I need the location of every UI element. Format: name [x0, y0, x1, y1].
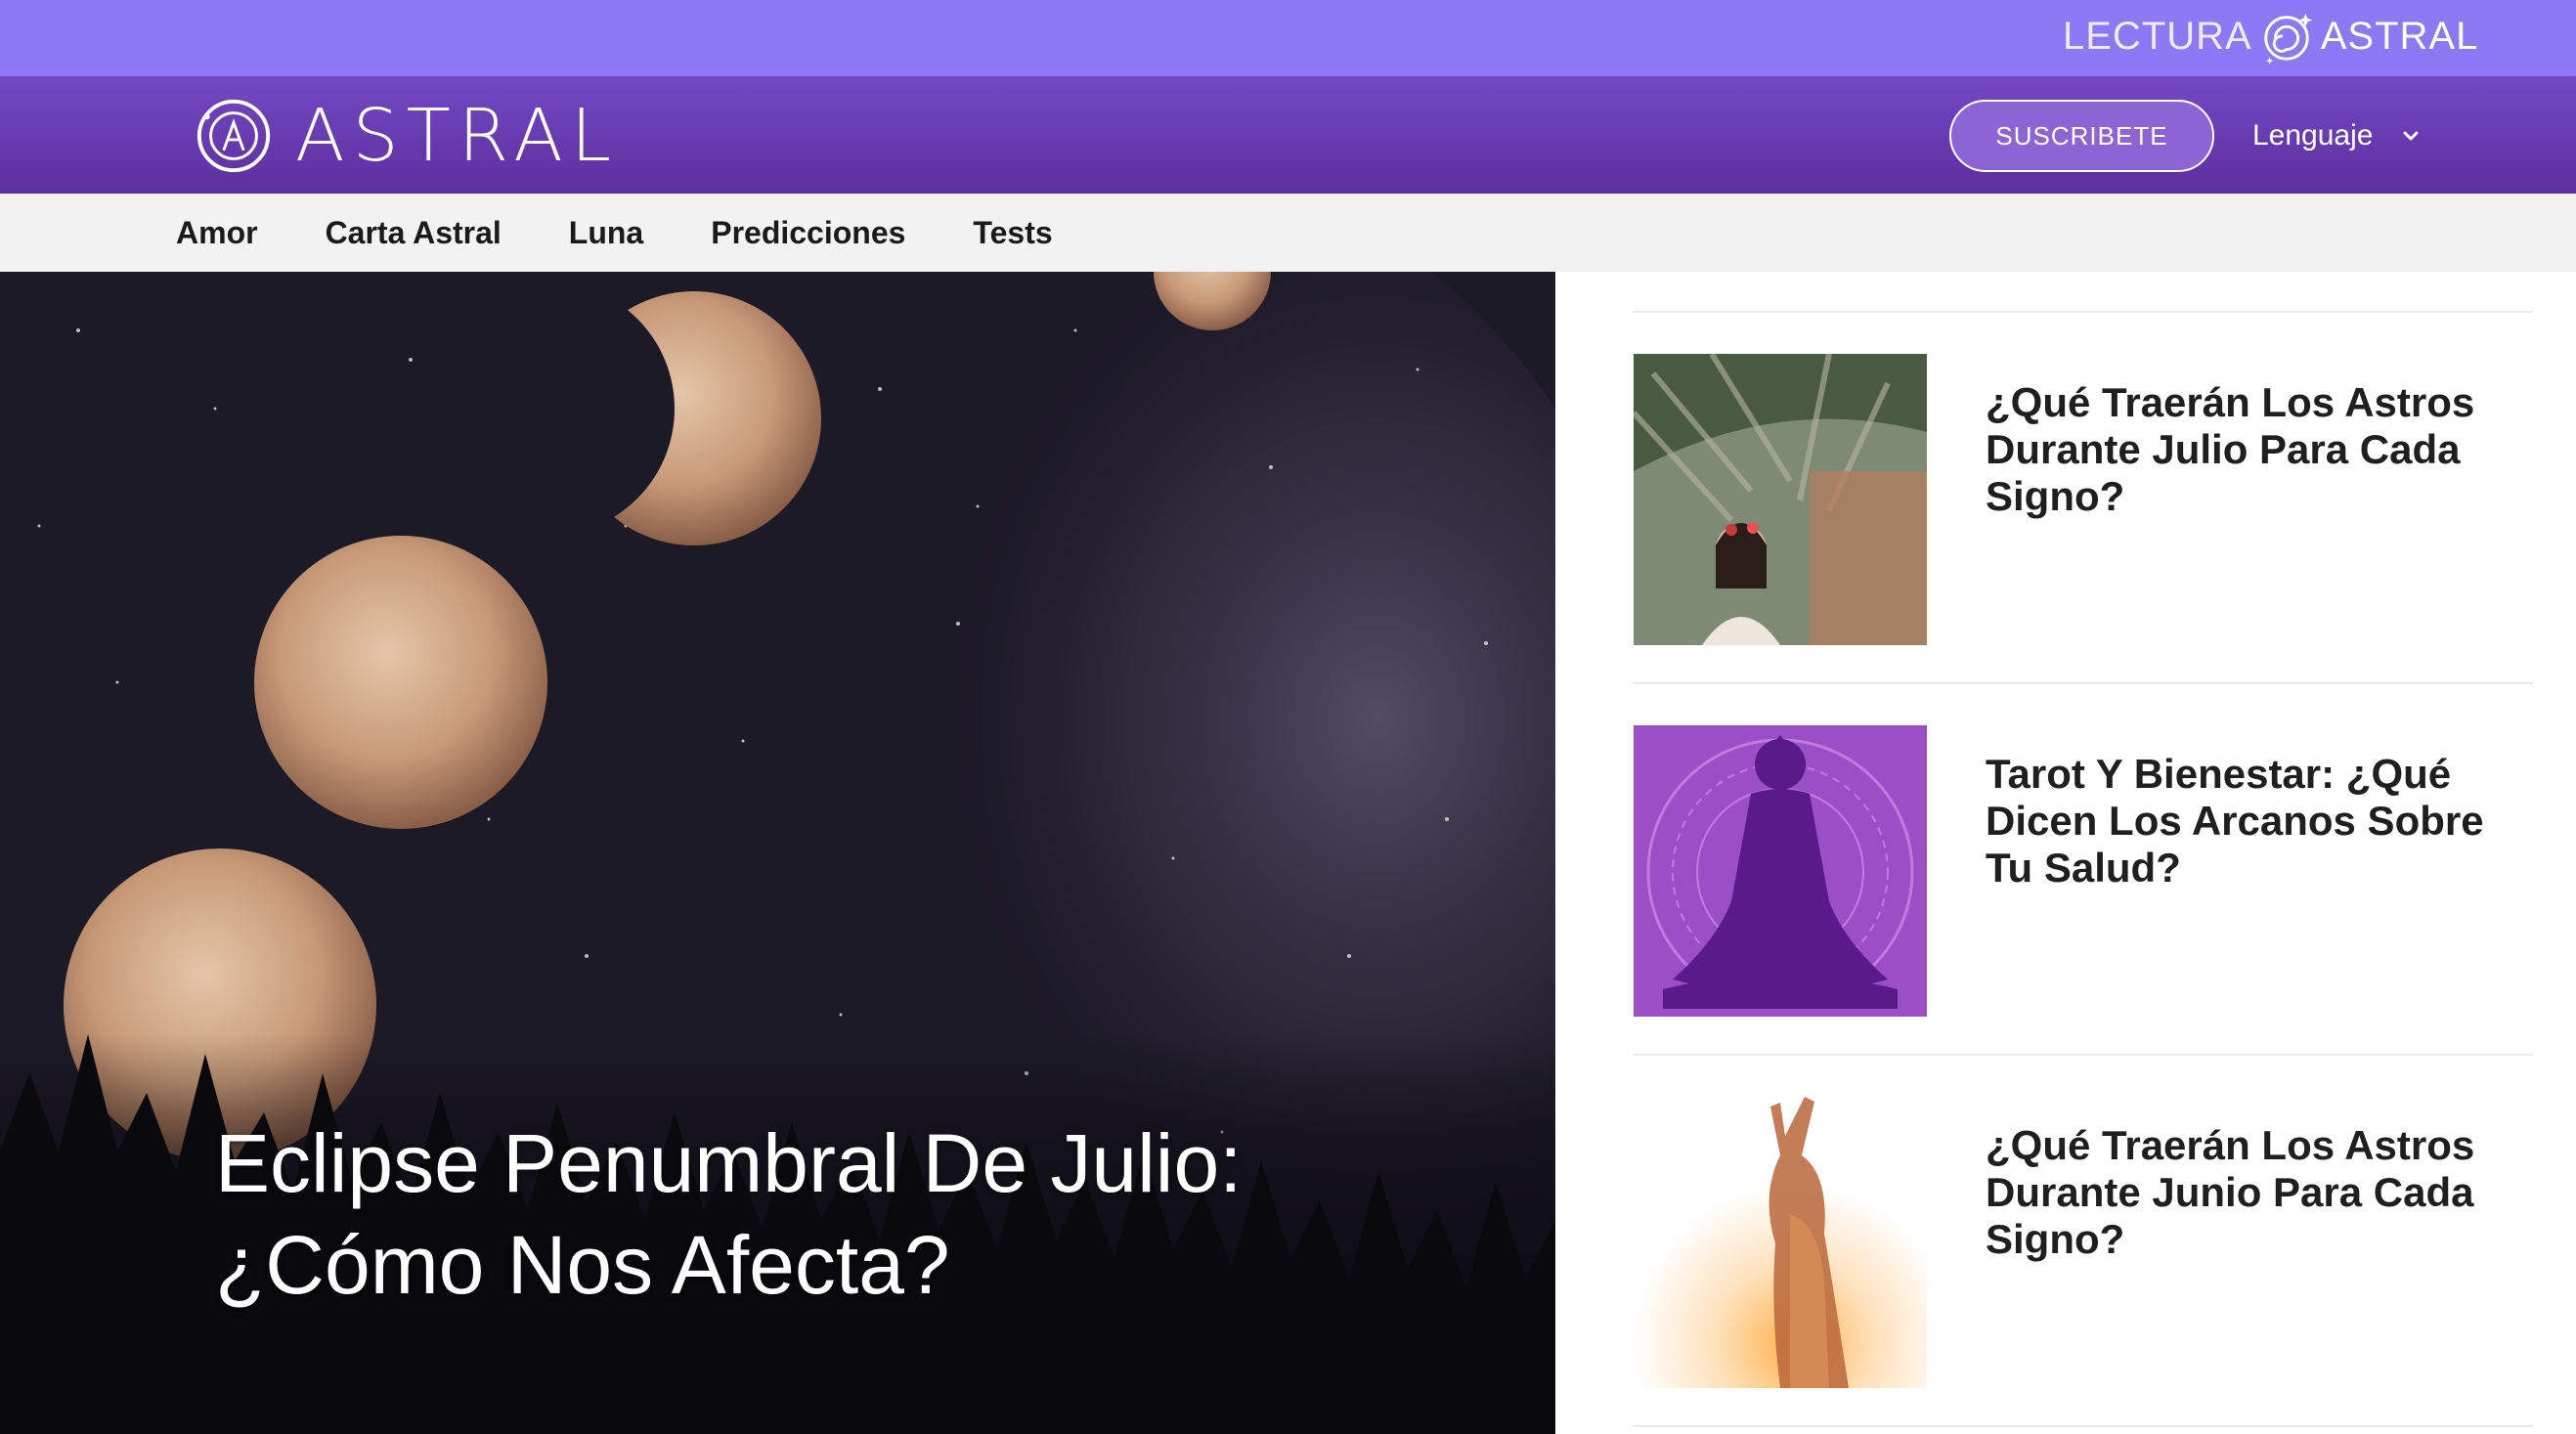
article-thumbnail-meditation[interactable] — [1634, 725, 1927, 1017]
language-label: Lenguaje — [2252, 119, 2374, 152]
nav-item-carta-astral[interactable]: Carta Astral — [326, 215, 502, 251]
nav-item-amor[interactable]: Amor — [176, 215, 258, 251]
article-thumbnail-woman-plants[interactable] — [1634, 354, 1927, 645]
lectura-text: LECTURA — [2063, 14, 2252, 58]
logo-text: ASTRAL — [295, 94, 620, 178]
language-dropdown[interactable]: Lenguaje — [2252, 113, 2422, 158]
list-item[interactable]: ¿Qué Traerán Los Astros Durante Junio Pa… — [1634, 1056, 2533, 1425]
list-item[interactable]: Tarot Y Bienestar: ¿Qué Dicen Los Arcano… — [1634, 684, 2533, 1054]
chevron-down-icon — [2403, 131, 2419, 141]
lectura-astral-swirl-icon — [2263, 13, 2312, 65]
lectura-astral-logo[interactable]: LECTURA ASTRAL — [2063, 6, 2478, 66]
nav-item-tests[interactable]: Tests — [973, 215, 1052, 251]
divider — [1634, 1425, 2533, 1427]
hero-title[interactable]: Eclipse Penumbral De Julio: ¿Cómo Nos Af… — [215, 1112, 1388, 1316]
subscribe-button[interactable]: SUSCRIBETE — [1949, 100, 2214, 172]
nav-item-luna[interactable]: Luna — [569, 215, 643, 251]
site-header: ASTRAL SUSCRIBETE Lenguaje — [0, 76, 2576, 194]
main-nav: Amor Carta Astral Luna Predicciones Test… — [0, 194, 2576, 272]
article-list: ¿Qué Traerán Los Astros Durante Julio Pa… — [1634, 311, 2533, 1427]
article-title[interactable]: ¿Qué Traerán Los Astros Durante Junio Pa… — [1986, 1122, 2533, 1263]
astral-logo[interactable]: ASTRAL — [194, 94, 619, 178]
article-title[interactable]: Tarot Y Bienestar: ¿Qué Dicen Los Arcano… — [1986, 751, 2533, 891]
top-brand-strip: LECTURA ASTRAL — [0, 0, 2576, 76]
nav-item-predicciones[interactable]: Predicciones — [711, 215, 905, 251]
astral-logo-icon — [196, 99, 271, 173]
list-item[interactable]: ¿Qué Traerán Los Astros Durante Julio Pa… — [1634, 313, 2533, 682]
lectura-astral-text: ASTRAL — [2320, 14, 2479, 58]
article-title[interactable]: ¿Qué Traerán Los Astros Durante Julio Pa… — [1986, 379, 2533, 520]
hero-article[interactable]: Eclipse Penumbral De Julio: ¿Cómo Nos Af… — [0, 272, 1555, 1434]
article-thumbnail-woman-sunset[interactable] — [1634, 1097, 1927, 1388]
